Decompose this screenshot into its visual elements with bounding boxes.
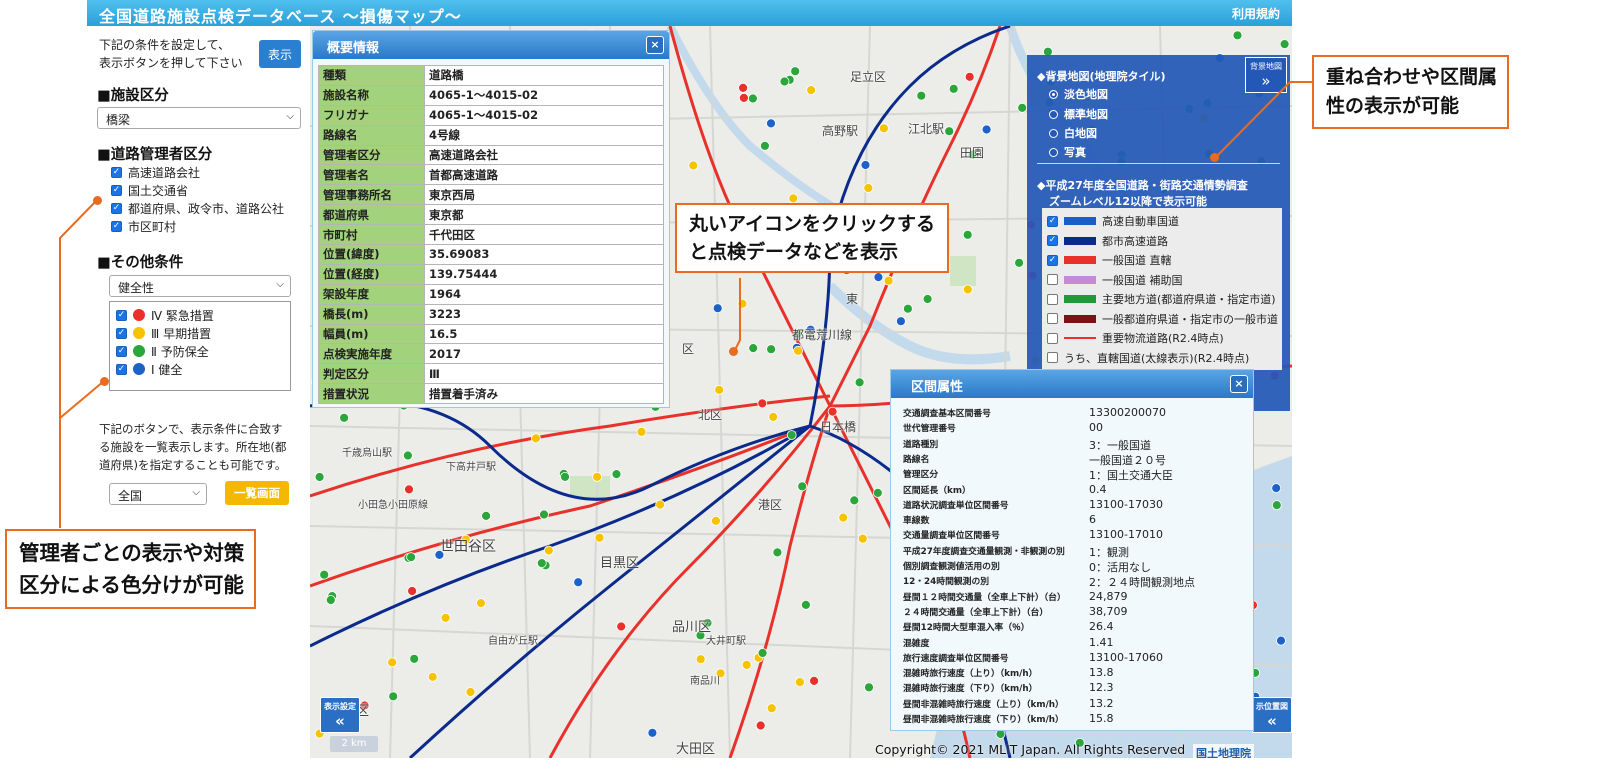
annotation-dot bbox=[1210, 153, 1219, 162]
annotation-dot bbox=[93, 196, 102, 205]
annotation-line: 性の表示が可能 bbox=[1326, 95, 1460, 117]
annotation-line: 区分による色分けが可能 bbox=[19, 573, 244, 597]
annotation-line: 管理者ごとの表示や対策 bbox=[19, 541, 245, 565]
annotation-line: 重ね合わせや区間属 bbox=[1326, 66, 1498, 88]
annotation-line: と点検データなどを表示 bbox=[689, 241, 899, 263]
annotation-overlay-feature: 重ね合わせや区間属 性の表示が可能 bbox=[1312, 55, 1510, 129]
annotation-dot bbox=[100, 377, 109, 386]
annotation-line: 丸いアイコンをクリックする bbox=[689, 213, 936, 235]
annotation-dot bbox=[729, 347, 738, 356]
annotation-color-coding: 管理者ごとの表示や対策 区分による色分けが可能 bbox=[5, 529, 257, 609]
annotation-icon-click: 丸いアイコンをクリックする と点検データなどを表示 bbox=[675, 203, 950, 273]
